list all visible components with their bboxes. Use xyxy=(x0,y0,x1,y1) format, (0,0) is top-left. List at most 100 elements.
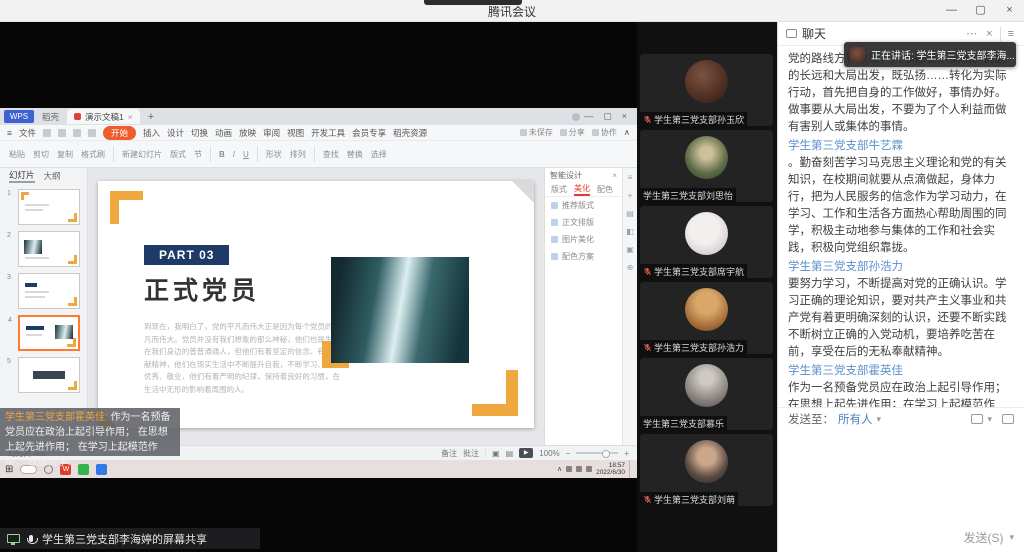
panel-menu-icon[interactable]: ≡ xyxy=(1006,28,1016,40)
layout-button[interactable]: 版式 xyxy=(170,149,186,160)
chat-sender-name[interactable]: 学生第三党支部孙浩力 xyxy=(788,259,1014,276)
slide-thumb-5[interactable]: 5 xyxy=(18,357,80,393)
normal-view-icon[interactable]: ▣ xyxy=(492,449,500,458)
chat-close-icon[interactable]: × xyxy=(984,28,994,40)
participant-tile[interactable]: 学生第三党支部刘萌 xyxy=(640,434,773,506)
hamburger-icon[interactable]: ≡ xyxy=(7,128,12,138)
ribbon-tab-view[interactable]: 视图 xyxy=(287,127,304,139)
section-button[interactable]: 节 xyxy=(194,149,202,160)
tab-slides[interactable]: 幻灯片 xyxy=(9,169,35,183)
zoom-level[interactable]: 100% xyxy=(539,449,559,458)
more-icon[interactable]: ⋯ xyxy=(964,27,979,40)
new-tab-button[interactable]: + xyxy=(144,111,158,123)
ribbon-tab-design[interactable]: 设计 xyxy=(167,127,184,139)
collapse-ribbon-icon[interactable]: ∧ xyxy=(624,127,630,138)
ribbon-tab-devtools[interactable]: 开发工具 xyxy=(311,127,345,139)
chevron-down-icon[interactable]: ▾ xyxy=(987,414,992,425)
replace-button[interactable]: 替换 xyxy=(347,149,363,160)
wps-close-icon[interactable]: × xyxy=(622,111,627,122)
ribbon-tab-insert[interactable]: 插入 xyxy=(143,127,160,139)
chat-notification-overlay[interactable]: 学生第三党支部霍英佳: 作为一名预备党员应在政治上起引导作用； 在思想上起先进作… xyxy=(0,408,180,456)
share-button[interactable]: 分享 xyxy=(560,127,585,138)
network-icon[interactable] xyxy=(566,466,572,472)
document-tab[interactable]: 演示文稿1 × xyxy=(67,109,140,124)
bold-button[interactable]: B xyxy=(219,150,225,159)
meeting-app-icon[interactable] xyxy=(96,464,107,475)
docer-tab[interactable]: 稻壳 xyxy=(38,111,63,123)
new-slide-button[interactable]: 新建幻灯片 xyxy=(122,149,162,160)
find-button[interactable]: 查找 xyxy=(323,149,339,160)
tray-expand-icon[interactable]: ∧ xyxy=(557,465,562,473)
panel-item[interactable]: 正文排版 xyxy=(545,214,622,231)
underline-button[interactable]: U xyxy=(243,150,249,159)
chevron-down-icon[interactable]: ▾ xyxy=(877,414,882,425)
copy-button[interactable]: 复制 xyxy=(57,149,73,160)
send-button[interactable]: 发送(S) xyxy=(963,529,1003,546)
settings-icon[interactable]: ⊕ xyxy=(627,263,634,272)
chat-history-icon[interactable] xyxy=(971,414,983,424)
panel-tab-layout[interactable]: 版式 xyxy=(551,184,567,195)
current-slide[interactable]: PART 03 正式党员 到现在，我明白了，党的平凡而伟大正是因为每个党员的平凡… xyxy=(98,181,534,428)
zoom-slider[interactable] xyxy=(576,452,618,454)
template-icon[interactable]: ▣ xyxy=(626,245,634,254)
slide-thumb-4-current[interactable]: 4 xyxy=(18,315,80,351)
slide-canvas[interactable]: PART 03 正式党员 到现在，我明白了，党的平凡而伟大正是因为每个党员的平凡… xyxy=(88,168,544,445)
color-icon[interactable]: ◧ xyxy=(626,227,634,236)
screenshot-icon[interactable] xyxy=(1002,414,1014,424)
ribbon-tab-home[interactable]: 开始 xyxy=(103,126,136,140)
print-icon[interactable] xyxy=(58,129,66,137)
slide-thumb-2[interactable]: 2 xyxy=(18,231,80,267)
layout-icon[interactable]: ▤ xyxy=(626,209,634,218)
ime-icon[interactable] xyxy=(586,466,592,472)
italic-button[interactable]: I xyxy=(233,150,235,159)
panel-item[interactable]: 图片美化 xyxy=(545,231,622,248)
maximize-icon[interactable]: ▢ xyxy=(966,0,995,22)
chat-sender-name[interactable]: 学生第三党支部霍英佳 xyxy=(788,363,1014,380)
participant-tile[interactable]: 学生第三党支部慕乐 xyxy=(640,358,773,430)
shapes-button[interactable]: 形状 xyxy=(266,149,282,160)
panel-item[interactable]: 配色方案 xyxy=(545,248,622,265)
outline-icon[interactable]: ≡ xyxy=(628,173,633,182)
play-slideshow-button[interactable]: ▶ xyxy=(519,448,533,458)
chat-messages[interactable]: 党的路线方针政策，凡事都要从国家、民族的长远和大局出发，既弘扬……转化为实际行动… xyxy=(778,46,1024,407)
redo-icon[interactable] xyxy=(88,129,96,137)
zoom-out-icon[interactable]: − xyxy=(566,449,571,458)
undo-icon[interactable] xyxy=(73,129,81,137)
ribbon-tab-member[interactable]: 会员专享 xyxy=(352,127,386,139)
sorter-view-icon[interactable]: ▤ xyxy=(506,449,514,458)
taskbar-clock[interactable]: 18:57 2022/6/30 xyxy=(596,462,625,477)
panel-close-icon[interactable]: × xyxy=(612,171,617,180)
participant-tile[interactable]: 学生第三党支部孙浩力 xyxy=(640,282,773,354)
select-button[interactable]: 选择 xyxy=(371,149,387,160)
chat-sender-name[interactable]: 学生第三党支部牛艺霖 xyxy=(788,138,1014,155)
paste-button[interactable]: 粘贴 xyxy=(9,149,25,160)
cut-button[interactable]: 剪切 xyxy=(33,149,49,160)
panel-item[interactable]: 推荐版式 xyxy=(545,197,622,214)
notes-button[interactable]: 备注 xyxy=(441,448,457,459)
ribbon-tab-slideshow[interactable]: 放映 xyxy=(239,127,256,139)
wps-home-tab[interactable]: WPS xyxy=(4,110,34,123)
panel-tab-color[interactable]: 配色 xyxy=(597,184,613,195)
comments-button[interactable]: 批注 xyxy=(463,448,479,459)
tab-outline[interactable]: 大纲 xyxy=(44,170,61,182)
ribbon-tab-transition[interactable]: 切换 xyxy=(191,127,208,139)
tab-close-icon[interactable]: × xyxy=(128,112,133,122)
ribbon-tab-animation[interactable]: 动画 xyxy=(215,127,232,139)
zoom-in-icon[interactable]: + xyxy=(624,449,629,458)
slide-thumb-1[interactable]: 1 xyxy=(18,189,80,225)
collaborate-button[interactable]: 协作 xyxy=(592,127,617,138)
minimize-icon[interactable]: — xyxy=(937,0,966,22)
send-to-selector[interactable]: 所有人 xyxy=(838,411,873,427)
show-desktop-button[interactable] xyxy=(629,460,632,478)
save-icon[interactable] xyxy=(43,129,51,137)
add-icon[interactable]: + xyxy=(628,191,633,200)
wps-minimize-icon[interactable]: — xyxy=(584,111,593,122)
meeting-toolbar-handle[interactable] xyxy=(424,0,522,5)
send-options-icon[interactable]: ▾ xyxy=(1009,532,1014,543)
ribbon-tab-docer[interactable]: 稻壳资源 xyxy=(393,127,427,139)
ribbon-tab-review[interactable]: 审阅 xyxy=(263,127,280,139)
participant-tile[interactable]: 学生第三党支部孙玉欣 xyxy=(640,54,773,126)
format-painter-button[interactable]: 格式刷 xyxy=(81,149,105,160)
wps-maximize-icon[interactable]: ▢ xyxy=(603,111,612,122)
chat-input[interactable] xyxy=(778,430,1024,522)
